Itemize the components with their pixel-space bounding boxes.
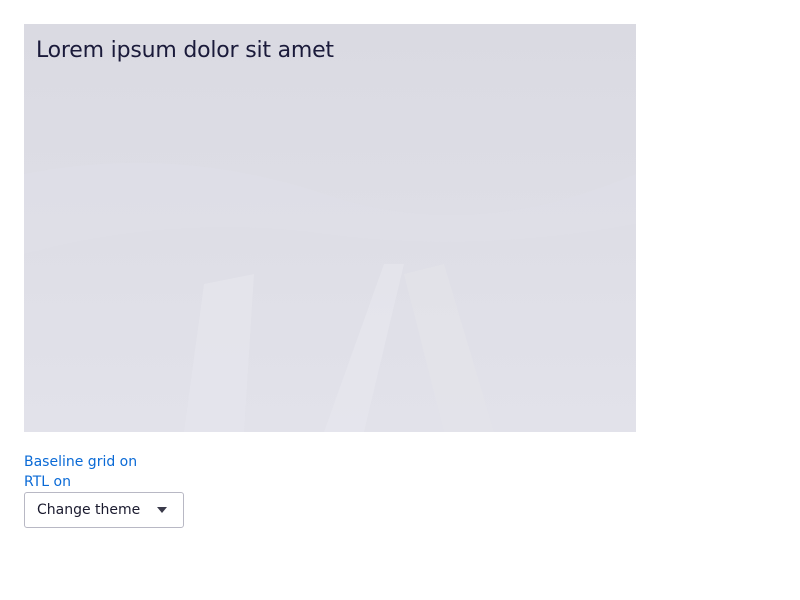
caret-down-icon [157,507,167,513]
debug-toggles: Baseline grid on RTL on [24,452,137,492]
change-theme-label: Change theme [37,502,141,518]
hero-title: Lorem ipsum dolor sit amet [36,38,334,63]
hero-card: Lorem ipsum dolor sit amet [24,24,636,432]
hero-background-image [24,24,636,432]
rtl-toggle[interactable]: RTL on [24,472,137,492]
baseline-grid-toggle[interactable]: Baseline grid on [24,452,137,472]
change-theme-button[interactable]: Change theme [24,492,184,528]
